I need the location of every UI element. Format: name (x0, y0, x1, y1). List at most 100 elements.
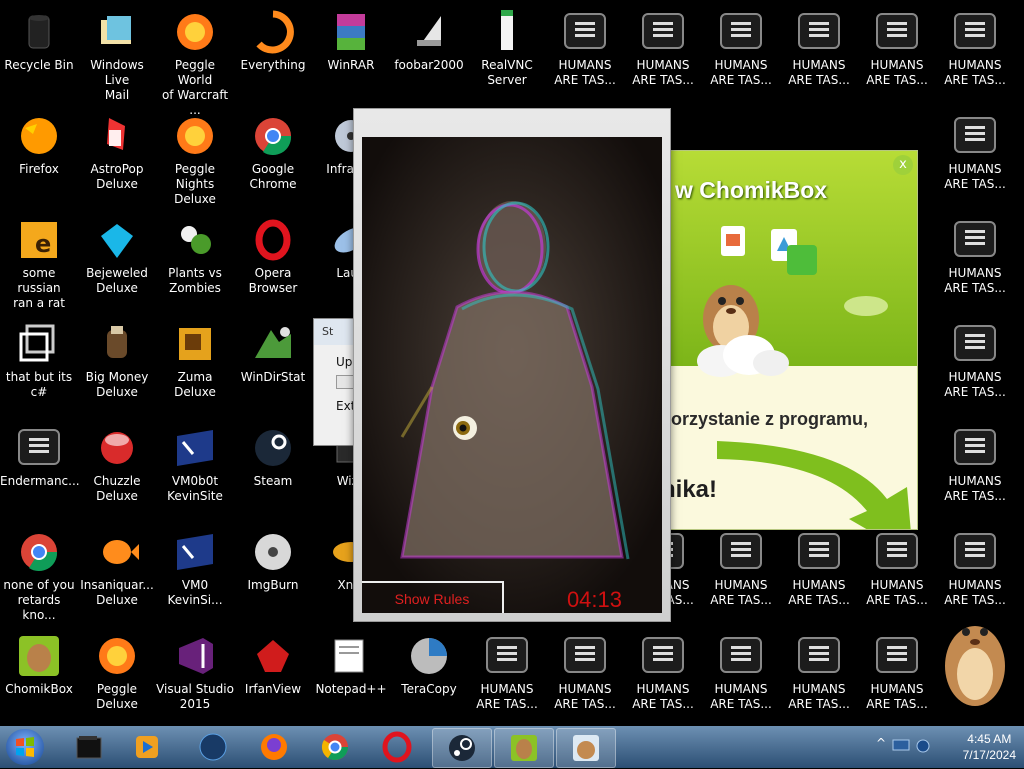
cloud-icon (697, 335, 789, 377)
desktop-shortcut[interactable]: HUMANS ARE TAS... (702, 2, 780, 106)
desktop-shortcut[interactable]: Windows Live Mail (78, 2, 156, 106)
steam-icon[interactable] (432, 728, 492, 768)
desktop-shortcut[interactable]: WinRAR (312, 2, 390, 106)
chrome-icon[interactable] (306, 728, 364, 766)
desktop-shortcut[interactable]: Steam (234, 418, 312, 522)
desktop-shortcut[interactable]: Opera Browser (234, 210, 312, 314)
desktop-shortcut[interactable]: HUMANS ARE TAS... (780, 626, 858, 726)
desktop-shortcut[interactable]: WinDirStat (234, 314, 312, 418)
desktop-shortcut[interactable]: HUMANS ARE TAS... (780, 522, 858, 626)
desktop-shortcut[interactable]: Firefox (0, 106, 78, 210)
file-explorer-icon[interactable] (60, 728, 118, 766)
desktop-shortcut[interactable]: Peggle Deluxe (78, 626, 156, 726)
firefox-icon[interactable] (245, 728, 303, 766)
system-clock[interactable]: 4:45 AM 7/17/2024 (963, 731, 1016, 763)
desktop-shortcut[interactable]: foobar2000 (390, 2, 468, 106)
desktop-shortcut[interactable]: Recycle Bin (0, 2, 78, 106)
media-player-icon[interactable] (118, 728, 176, 766)
desktop-shortcut[interactable]: Visual Studio 2015 (156, 626, 234, 726)
desktop-shortcut[interactable]: HUMANS ARE TAS... (624, 2, 702, 106)
network-icon[interactable] (892, 738, 910, 754)
imgburn-icon (251, 530, 295, 574)
rules-game-canvas: Show Rules 04:13 (362, 137, 662, 613)
peggle-world-icon (173, 10, 217, 54)
volume-icon[interactable] (914, 738, 932, 754)
desktop-shortcut[interactable]: HUMANS ARE TAS... (702, 626, 780, 726)
desktop-shortcut[interactable]: HUMANS ARE TAS... (858, 522, 936, 626)
desktop-shortcut[interactable]: Everything (234, 2, 312, 106)
desktop-shortcut[interactable]: Insaniquar... Deluxe (78, 522, 156, 626)
desktop-shortcut[interactable]: HUMANS ARE TAS... (936, 314, 1014, 418)
firefox-icon (17, 114, 61, 158)
zuma-icon (173, 322, 217, 366)
desktop-shortcut[interactable]: HUMANS ARE TAS... (546, 2, 624, 106)
desktop-shortcut-label: HUMANS ARE TAS... (944, 266, 1006, 295)
desktop-shortcut[interactable]: HUMANS ARE TAS... (936, 210, 1014, 314)
desktop-shortcut[interactable]: Plants vs Zombies (156, 210, 234, 314)
desktop-shortcut[interactable]: none of you retards kno... (0, 522, 78, 626)
desktop-shortcut[interactable]: HUMANS ARE TAS... (624, 626, 702, 726)
globe-icon[interactable] (184, 728, 242, 766)
desktop-shortcut[interactable]: VM0b0t KevinSite (156, 418, 234, 522)
desktop-shortcut-label: some russian ran a rat (13, 266, 65, 310)
desktop-shortcut[interactable]: HUMANS ARE TAS... (702, 522, 780, 626)
desktop-shortcut[interactable]: RealVNC Server (468, 2, 546, 106)
show-rules-button[interactable]: Show Rules (362, 581, 504, 613)
desktop-shortcut[interactable]: e some russian ran a rat (0, 210, 78, 314)
desktop-shortcut[interactable]: Big Money Deluxe (78, 314, 156, 418)
recycle-bin-icon (17, 10, 61, 54)
clock-time: 4:45 AM (967, 732, 1012, 746)
desktop-shortcut[interactable]: HUMANS ARE TAS... (936, 418, 1014, 522)
humans-icon (797, 10, 841, 54)
desktop-shortcut[interactable]: ChomikBox (0, 626, 78, 726)
chevron-up-icon[interactable]: ^ (876, 736, 886, 750)
desktop-shortcut[interactable]: Google Chrome (234, 106, 312, 210)
desktop-shortcut[interactable]: HUMANS ARE TAS... (936, 106, 1014, 210)
start-button[interactable] (6, 729, 44, 765)
desktop-shortcut[interactable]: Bejeweled Deluxe (78, 210, 156, 314)
eye-icon[interactable] (452, 415, 478, 441)
desktop-shortcut[interactable]: AstroPop Deluxe (78, 106, 156, 210)
close-button[interactable]: x (893, 155, 913, 175)
desktop-shortcut[interactable]: Peggle World of Warcraft ... (156, 2, 234, 117)
some-russian-icon: e (17, 218, 61, 262)
desktop-shortcut[interactable]: Chuzzle Deluxe (78, 418, 156, 522)
desktop-shortcut[interactable]: Peggle Nights Deluxe (156, 106, 234, 210)
opera-browser-icon (251, 218, 295, 262)
vm0b0t-icon (173, 426, 217, 470)
desktop-shortcut-label: Google Chrome (249, 162, 297, 191)
hamster-icon[interactable] (556, 728, 616, 768)
opera-icon[interactable] (368, 728, 426, 766)
desktop-shortcut[interactable]: HUMANS ARE TAS... (468, 626, 546, 726)
desktop-shortcut[interactable]: Endermanc... (0, 418, 80, 522)
desktop-shortcut-label: Everything (240, 58, 306, 72)
desktop-shortcut-label: HUMANS ARE TAS... (632, 682, 694, 711)
chomikbox-popup[interactable]: w ChomikBox x korzystanie z programu, ni… (660, 150, 918, 530)
desktop-shortcut[interactable]: ImgBurn (234, 522, 312, 626)
file-icon (721, 226, 745, 256)
desktop-shortcut[interactable]: IrfanView (234, 626, 312, 726)
desktop-shortcut[interactable]: Zuma Deluxe (156, 314, 234, 418)
desktop-shortcut[interactable]: HUMANS ARE TAS... (936, 2, 1014, 106)
desktop-shortcut-label: ImgBurn (247, 578, 299, 592)
windows-logo-icon (16, 737, 34, 757)
desktop-shortcut-label: WinRAR (327, 58, 375, 72)
desktop-shortcut[interactable]: TeraCopy (390, 626, 468, 726)
desktop-shortcut[interactable]: HUMANS ARE TAS... (858, 2, 936, 106)
humans-icon (953, 10, 997, 54)
windows-live-mail-icon (95, 10, 139, 54)
desktop-shortcut[interactable]: HUMANS ARE TAS... (780, 2, 858, 106)
desktop-shortcut-label: none of you retards kno... (3, 578, 75, 622)
chomikbox-icon[interactable] (494, 728, 554, 768)
desktop-shortcut-label: Recycle Bin (4, 58, 74, 72)
desktop-shortcut[interactable]: Notepad++ (312, 626, 390, 726)
desktop-shortcut[interactable]: HUMANS ARE TAS... (546, 626, 624, 726)
countdown-timer: 04:13 (566, 587, 622, 612)
desktop-shortcut[interactable]: that but its c# (0, 314, 78, 418)
desktop-shortcut[interactable]: HUMANS ARE TAS... (858, 626, 936, 726)
desktop-shortcut[interactable]: VM0 KevinSi... (156, 522, 234, 626)
hamster-pet-icon[interactable] (940, 604, 1010, 708)
desktop[interactable]: Recycle Bin Windows Live Mail Peggle World… (0, 0, 1024, 726)
desktop-shortcut-label: Windows Live Mail (90, 58, 144, 102)
rules-game-window[interactable]: Show Rules 04:13 (353, 108, 671, 622)
